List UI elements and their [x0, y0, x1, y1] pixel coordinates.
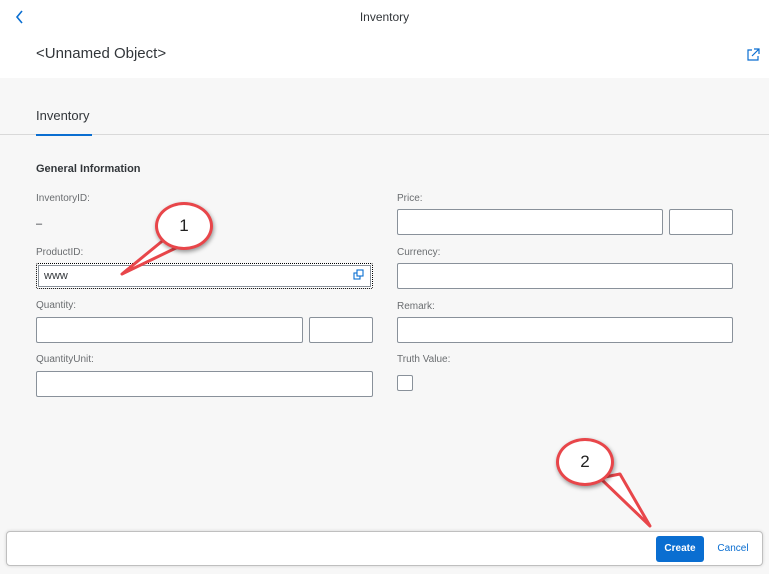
section-title: General Information [36, 163, 141, 175]
remark-label: Remark: [397, 301, 435, 312]
callout-1: 1 [155, 202, 213, 250]
share-icon [747, 48, 760, 61]
truth-value-checkbox[interactable] [397, 375, 413, 391]
app-title: Inventory [359, 10, 410, 24]
share-button[interactable] [745, 47, 761, 63]
quantity-label: Quantity: [36, 300, 77, 311]
inventory-id-value: – [36, 218, 43, 230]
currency-label: Currency: [397, 247, 441, 258]
quantity-unit-small-input[interactable] [309, 317, 373, 343]
product-id-input[interactable]: www [36, 263, 373, 289]
price-currency-input[interactable] [669, 209, 733, 235]
shell-bar: Inventory [0, 0, 769, 34]
quantity-unit-input[interactable] [36, 371, 373, 397]
quantity-unit-label: QuantityUnit: [36, 354, 94, 365]
inventory-id-label: InventoryID: [36, 193, 90, 204]
callout-2: 2 [556, 438, 614, 486]
product-id-value: www [44, 270, 68, 282]
object-header: <Unnamed Object> [0, 34, 769, 78]
product-id-label: ProductID: [36, 247, 84, 258]
tab-inventory[interactable]: Inventory [36, 108, 92, 136]
remark-input[interactable] [397, 317, 733, 343]
price-label: Price: [397, 193, 423, 204]
create-button[interactable]: Create [656, 536, 704, 562]
cancel-button[interactable]: Cancel [713, 536, 753, 562]
currency-input[interactable] [397, 263, 733, 289]
price-input[interactable] [397, 209, 663, 235]
footer-toolbar: Create Cancel [6, 531, 763, 566]
object-title: <Unnamed Object> [36, 45, 167, 62]
value-help-icon[interactable] [353, 269, 365, 281]
tab-bar: Inventory [0, 78, 769, 136]
quantity-input[interactable] [36, 317, 303, 343]
truth-value-label: Truth Value: [397, 354, 451, 365]
